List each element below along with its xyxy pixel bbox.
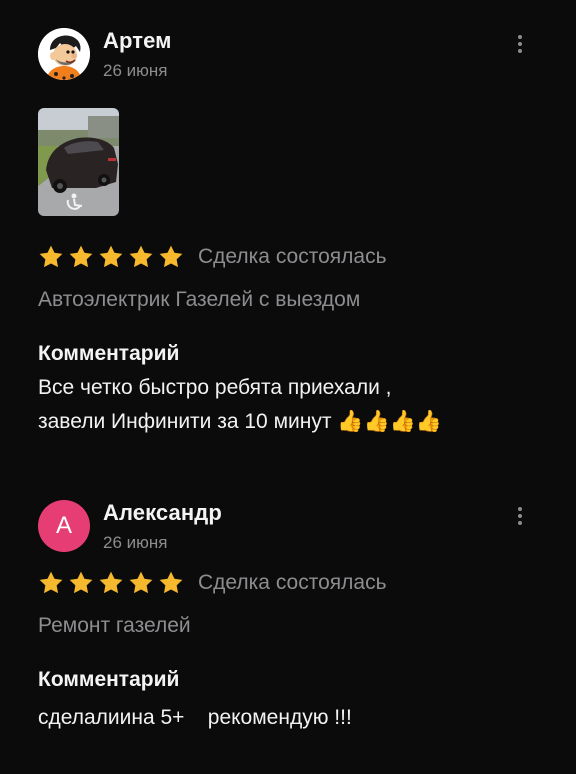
dot	[518, 521, 522, 525]
star-rating	[38, 570, 184, 596]
service-name: Автоэлектрик Газелей с выездом	[38, 288, 361, 311]
comment-text: Все четко быстро ребята приехали , завели…	[38, 371, 548, 439]
dot	[518, 514, 522, 518]
dot	[518, 49, 522, 53]
star-icon	[39, 571, 63, 594]
comment-text: сделалиина 5+ рекомендую !!!	[38, 701, 548, 735]
star-icon	[159, 571, 183, 594]
comment-heading: Комментарий	[38, 342, 180, 365]
review-date: 26 июня	[103, 533, 168, 552]
author-name[interactable]: Артем	[103, 28, 172, 54]
deal-status: Сделка состоялась	[198, 571, 387, 594]
star-icon	[129, 245, 153, 268]
avatar-letter[interactable]: А	[38, 500, 90, 552]
dot	[518, 42, 522, 46]
rating-row: Сделка состоялась	[38, 244, 387, 270]
comment-line: Все четко быстро ребята приехали ,	[38, 376, 392, 399]
comment-line: сделалиина 5+ рекомендую !!!	[38, 706, 352, 729]
more-options-icon[interactable]	[508, 32, 532, 56]
star-icon	[129, 571, 153, 594]
deal-status: Сделка состоялась	[198, 245, 387, 268]
comment-heading: Комментарий	[38, 668, 180, 691]
star-rating	[38, 244, 184, 270]
more-options-icon[interactable]	[508, 504, 532, 528]
comment-line: завели Инфинити за 10 минут 👍👍👍👍	[38, 410, 442, 433]
author-name[interactable]: Александр	[103, 500, 222, 526]
star-icon	[99, 245, 123, 268]
dot	[518, 507, 522, 511]
rating-row: Сделка состоялась	[38, 570, 387, 596]
review-date: 26 июня	[103, 61, 168, 80]
star-icon	[159, 245, 183, 268]
review-photo-thumbnail[interactable]	[38, 108, 119, 216]
star-icon	[99, 571, 123, 594]
star-icon	[69, 571, 93, 594]
avatar-cartoon-icon[interactable]	[38, 28, 90, 80]
star-icon	[69, 245, 93, 268]
star-icon	[39, 245, 63, 268]
service-name: Ремонт газелей	[38, 614, 191, 637]
dot	[518, 35, 522, 39]
